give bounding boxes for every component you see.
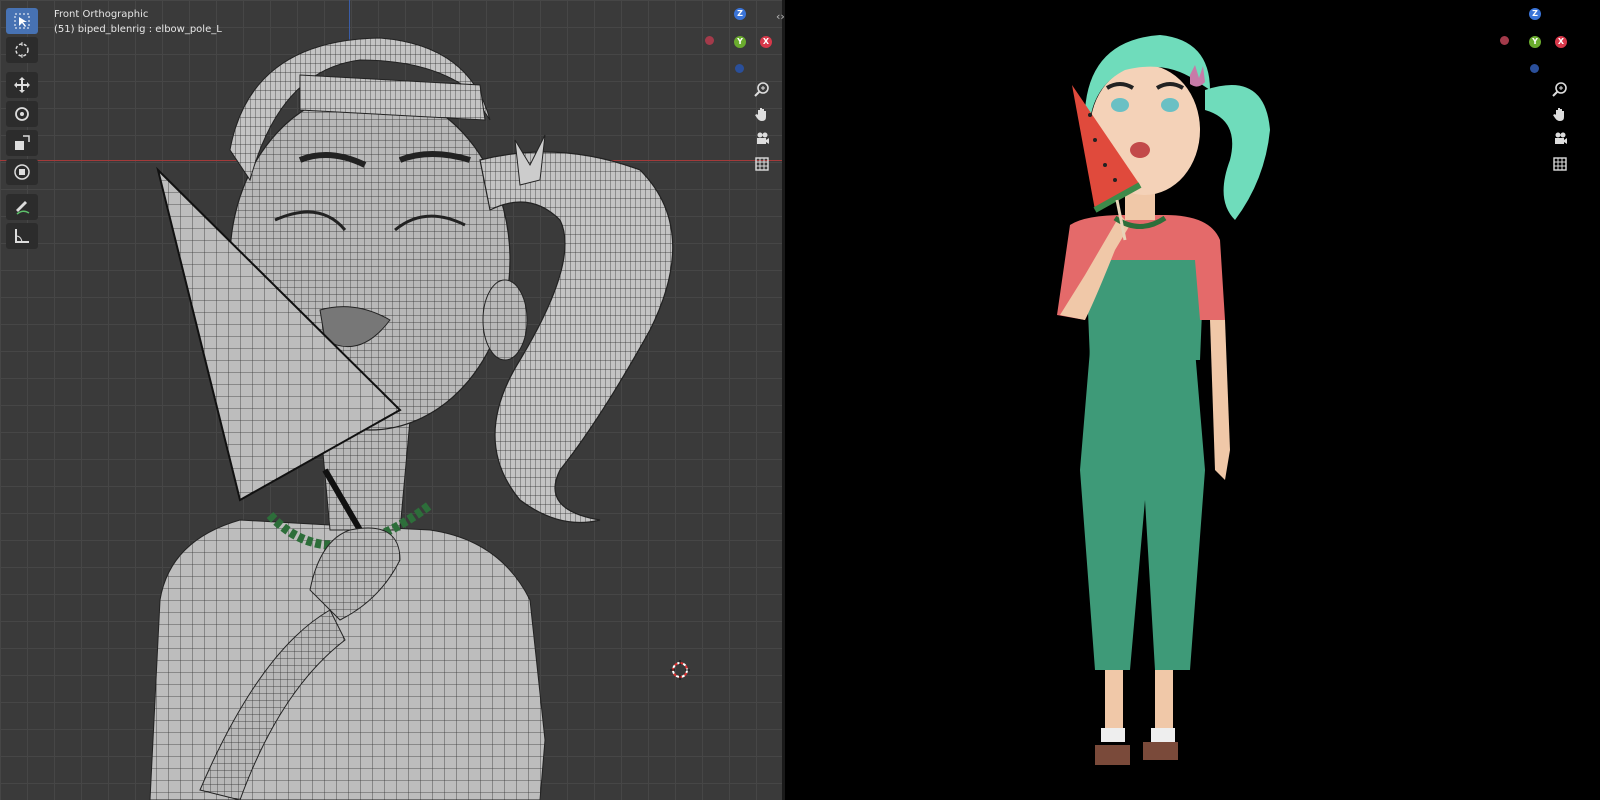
wireframe-character[interactable] — [0, 0, 782, 800]
annotate-tool[interactable] — [6, 194, 38, 220]
camera-icon — [757, 132, 769, 144]
move-tool[interactable] — [6, 72, 38, 98]
render-viewport[interactable]: Z Y X — [785, 0, 1600, 800]
ortho-toggle-button[interactable] — [751, 153, 773, 175]
grid-ortho-icon — [755, 157, 769, 171]
measure-icon — [15, 229, 29, 243]
scale-icon — [15, 135, 30, 150]
gizmo-neg-z-axis[interactable] — [735, 64, 744, 73]
rotate-tool[interactable] — [6, 101, 38, 127]
render-zoom-button[interactable] — [1549, 78, 1571, 100]
render-gizmo-neg-x-axis[interactable] — [1500, 36, 1509, 45]
annotate-icon — [16, 201, 30, 215]
3d-cursor-icon[interactable] — [670, 660, 690, 680]
pan-button[interactable] — [751, 103, 773, 125]
zoom-icon — [754, 82, 769, 97]
gizmo-neg-x-axis[interactable] — [705, 36, 714, 45]
measure-tool[interactable] — [6, 223, 38, 249]
render-gizmo-x-axis[interactable]: X — [1555, 36, 1567, 48]
render-nav-buttons — [1549, 78, 1573, 178]
grid-ortho-icon — [1553, 157, 1567, 171]
select-box-tool[interactable] — [6, 8, 38, 34]
pan-hand-icon — [755, 108, 766, 121]
tool-shelf — [6, 8, 38, 252]
render-camera-button[interactable] — [1549, 128, 1571, 150]
gizmo-x-axis[interactable]: X — [760, 36, 772, 48]
render-pan-button[interactable] — [1549, 103, 1571, 125]
zoom-icon — [1552, 82, 1567, 97]
area-split-handle[interactable]: ‹› — [776, 10, 785, 23]
gizmo-z-axis[interactable]: Z — [734, 8, 746, 20]
cursor-tool[interactable] — [6, 37, 38, 63]
pan-hand-icon — [1553, 108, 1564, 121]
transform-icon — [14, 164, 30, 180]
render-gizmo-neg-z-axis[interactable] — [1530, 64, 1539, 73]
cursor-icon — [15, 42, 29, 58]
move-icon — [14, 77, 30, 93]
zoom-button[interactable] — [751, 78, 773, 100]
modeling-viewport[interactable]: Front Orthographic (51) biped_blenrig : … — [0, 0, 782, 800]
render-navigation-gizmo[interactable]: Z Y X — [1500, 8, 1570, 78]
rendered-character[interactable] — [785, 0, 1600, 800]
viewport-nav-buttons — [751, 78, 775, 178]
render-gizmo-z-axis[interactable]: Z — [1529, 8, 1541, 20]
select-box-icon — [14, 13, 30, 29]
camera-button[interactable] — [751, 128, 773, 150]
scale-tool[interactable] — [6, 130, 38, 156]
render-gizmo-y-axis[interactable]: Y — [1529, 36, 1541, 48]
render-ortho-toggle-button[interactable] — [1549, 153, 1571, 175]
camera-icon — [1555, 132, 1567, 144]
transform-tool[interactable] — [6, 159, 38, 185]
navigation-gizmo[interactable]: Z Y X — [705, 8, 775, 78]
rotate-icon — [15, 107, 29, 121]
gizmo-y-axis[interactable]: Y — [734, 36, 746, 48]
